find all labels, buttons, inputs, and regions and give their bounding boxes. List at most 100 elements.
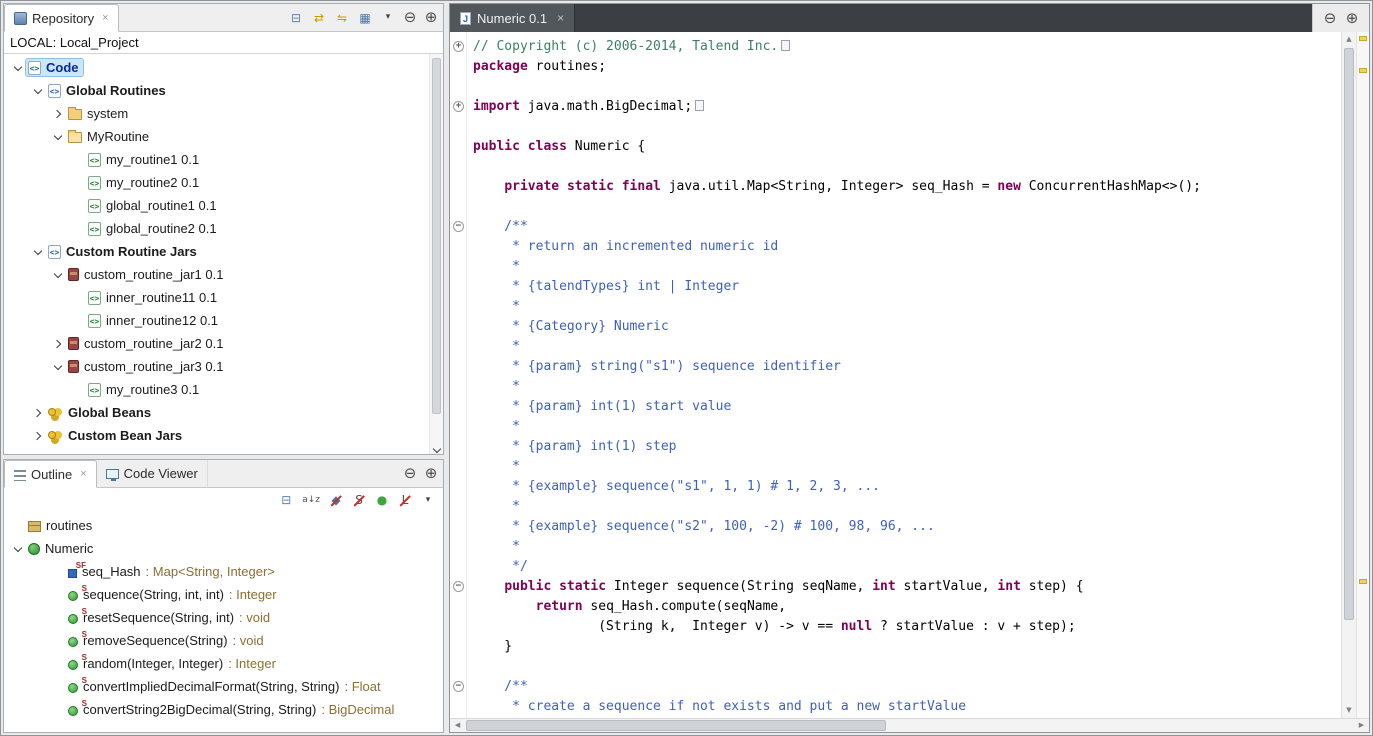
- tree-item-label: inner_routine12 0.1: [106, 313, 218, 328]
- occurrence-marker[interactable]: [1359, 68, 1367, 73]
- tab-outline[interactable]: Outline ×: [4, 460, 97, 488]
- routine-icon: <>: [88, 383, 101, 397]
- tab-editor-numeric[interactable]: Numeric 0.1 ×: [450, 4, 575, 32]
- code-line: *: [473, 457, 1341, 477]
- tree-item-global-routines[interactable]: <>Global Routines: [4, 79, 443, 102]
- scroll-down-icon[interactable]: ▼: [1342, 703, 1356, 718]
- scrollbar-thumb[interactable]: [1344, 48, 1354, 620]
- code-line: *: [473, 297, 1341, 317]
- close-icon[interactable]: ×: [557, 11, 564, 25]
- code-editor[interactable]: // Copyright (c) 2006-2014, Talend Inc.p…: [467, 32, 1341, 717]
- collapse-arrow-icon[interactable]: [30, 250, 46, 254]
- view-menu-icon[interactable]: ▾: [421, 496, 435, 505]
- occurrence-marker[interactable]: [1359, 579, 1367, 584]
- tree-item-resetsequence-string-int[interactable]: SresetSequence(String, int) : void: [4, 606, 443, 629]
- tree-item-myroutine[interactable]: MyRoutine: [4, 125, 443, 148]
- scrollbar-thumb[interactable]: [466, 720, 886, 731]
- tree-item-label: removeSequence(String): [83, 633, 228, 648]
- tree-item-custom-routine-jar2-0-1[interactable]: custom_routine_jar2 0.1: [4, 332, 443, 355]
- expand-arrow-icon[interactable]: [30, 410, 46, 416]
- import-export-icon[interactable]: ⇋: [335, 12, 349, 24]
- hide-local-types-icon[interactable]: L: [398, 494, 412, 506]
- folded-region-box[interactable]: [695, 100, 704, 111]
- collapse-arrow-icon[interactable]: [10, 66, 26, 70]
- tree-item-convertimplieddecimalformat-string-string[interactable]: SconvertImpliedDecimalFormat(String, Str…: [4, 675, 443, 698]
- fold-collapse-icon[interactable]: −: [453, 581, 464, 592]
- editor-vertical-scrollbar[interactable]: ▲ ▼: [1341, 32, 1356, 718]
- tree-item-global-routine1-0-1[interactable]: <>global_routine1 0.1: [4, 194, 443, 217]
- detail-view-icon[interactable]: ▦: [358, 12, 372, 24]
- expand-arrow-icon[interactable]: [50, 111, 66, 117]
- tree-item-system[interactable]: system: [4, 102, 443, 125]
- member-return-type: : BigDecimal: [321, 702, 394, 717]
- collapse-all-icon[interactable]: ⊟: [289, 12, 303, 24]
- view-menu-icon[interactable]: ▾: [381, 13, 395, 22]
- hide-static-members-icon[interactable]: S: [352, 494, 366, 506]
- jar-icon: [68, 360, 79, 373]
- tree-item-my-routine2-0-1[interactable]: <>my_routine2 0.1: [4, 171, 443, 194]
- tree-item-label: Custom Bean Jars: [68, 428, 182, 443]
- hide-non-public-icon[interactable]: ●: [375, 494, 389, 506]
- close-icon[interactable]: ×: [102, 12, 108, 24]
- tree-item-convertstring2bigdecimal-string-string[interactable]: SconvertString2BigDecimal(String, String…: [4, 698, 443, 721]
- tree-item-sequence-string-int-int[interactable]: Ssequence(String, int, int) : Integer: [4, 583, 443, 606]
- fold-collapse-icon[interactable]: −: [453, 221, 464, 232]
- method-icon: S: [68, 612, 78, 624]
- collapse-arrow-icon[interactable]: [50, 273, 66, 277]
- minimize-icon[interactable]: ⊖: [403, 466, 417, 481]
- tree-item-seq-hash[interactable]: SFseq_Hash : Map<String, Integer>: [4, 560, 443, 583]
- repository-icon: [14, 12, 27, 25]
- tree-item-custom-routine-jar3-0-1[interactable]: custom_routine_jar3 0.1: [4, 355, 443, 378]
- scroll-right-icon[interactable]: ▶: [1354, 719, 1369, 732]
- collapse-arrow-icon[interactable]: [50, 135, 66, 139]
- collapse-all-icon[interactable]: ⊟: [279, 494, 293, 506]
- collapse-arrow-icon[interactable]: [10, 547, 26, 551]
- tab-repository[interactable]: Repository ×: [4, 4, 119, 32]
- tree-item-my-routine1-0-1[interactable]: <>my_routine1 0.1: [4, 148, 443, 171]
- tree-item-random-integer-integer[interactable]: Srandom(Integer, Integer) : Integer: [4, 652, 443, 675]
- occurrence-marker[interactable]: [1359, 36, 1367, 41]
- fold-expand-icon[interactable]: +: [453, 41, 464, 52]
- editor-horizontal-scrollbar[interactable]: ◀ ▶: [450, 718, 1369, 732]
- code-line: (String k, Integer v) -> v == null ? sta…: [473, 617, 1341, 637]
- tree-item-routines[interactable]: routines: [4, 514, 443, 537]
- member-return-type: : Float: [344, 679, 380, 694]
- tab-code-viewer[interactable]: Code Viewer: [97, 460, 208, 487]
- tree-item-global-routine2-0-1[interactable]: <>global_routine2 0.1: [4, 217, 443, 240]
- fold-collapse-icon[interactable]: −: [453, 681, 464, 692]
- expand-arrow-icon[interactable]: [50, 341, 66, 347]
- collapse-arrow-icon[interactable]: [30, 89, 46, 93]
- folded-region-box[interactable]: [781, 40, 790, 51]
- fold-expand-icon[interactable]: +: [453, 101, 464, 112]
- tree-item-global-beans[interactable]: Global Beans: [4, 401, 443, 424]
- scrollbar-thumb[interactable]: [432, 58, 441, 414]
- maximize-icon[interactable]: ⊕: [424, 466, 438, 481]
- tree-item-removesequence-string[interactable]: SremoveSequence(String) : void: [4, 629, 443, 652]
- tree-item-label: system: [87, 106, 128, 121]
- tree-item-label: global_routine2 0.1: [106, 221, 217, 236]
- tree-item-custom-routine-jar1-0-1[interactable]: custom_routine_jar1 0.1: [4, 263, 443, 286]
- sort-icon[interactable]: a↓z: [302, 496, 320, 505]
- tree-item-my-routine3-0-1[interactable]: <>my_routine3 0.1: [4, 378, 443, 401]
- collapse-arrow-icon[interactable]: [50, 365, 66, 369]
- maximize-icon[interactable]: ⊕: [424, 10, 438, 25]
- tree-item-inner-routine11-0-1[interactable]: <>inner_routine11 0.1: [4, 286, 443, 309]
- tree-item-custom-bean-jars[interactable]: Custom Bean Jars: [4, 424, 443, 447]
- code-line: [473, 77, 1341, 97]
- refresh-icon[interactable]: ⇄: [312, 12, 326, 24]
- minimize-icon[interactable]: ⊖: [403, 10, 417, 25]
- scroll-down-icon[interactable]: [434, 448, 440, 452]
- hide-fields-icon[interactable]: ◆: [329, 494, 343, 506]
- minimize-icon[interactable]: ⊖: [1323, 11, 1337, 26]
- scroll-left-icon[interactable]: ◀: [450, 719, 465, 732]
- scroll-up-icon[interactable]: ▲: [1342, 32, 1356, 47]
- tree-item-label: seq_Hash: [82, 564, 141, 579]
- tree-item-code[interactable]: <>Code: [4, 56, 443, 79]
- close-icon[interactable]: ×: [80, 468, 86, 480]
- maximize-icon[interactable]: ⊕: [1345, 11, 1359, 26]
- repository-vertical-scrollbar[interactable]: [429, 54, 443, 454]
- tree-item-numeric[interactable]: Numeric: [4, 537, 443, 560]
- tree-item-inner-routine12-0-1[interactable]: <>inner_routine12 0.1: [4, 309, 443, 332]
- expand-arrow-icon[interactable]: [30, 433, 46, 439]
- tree-item-custom-routine-jars[interactable]: <>Custom Routine Jars: [4, 240, 443, 263]
